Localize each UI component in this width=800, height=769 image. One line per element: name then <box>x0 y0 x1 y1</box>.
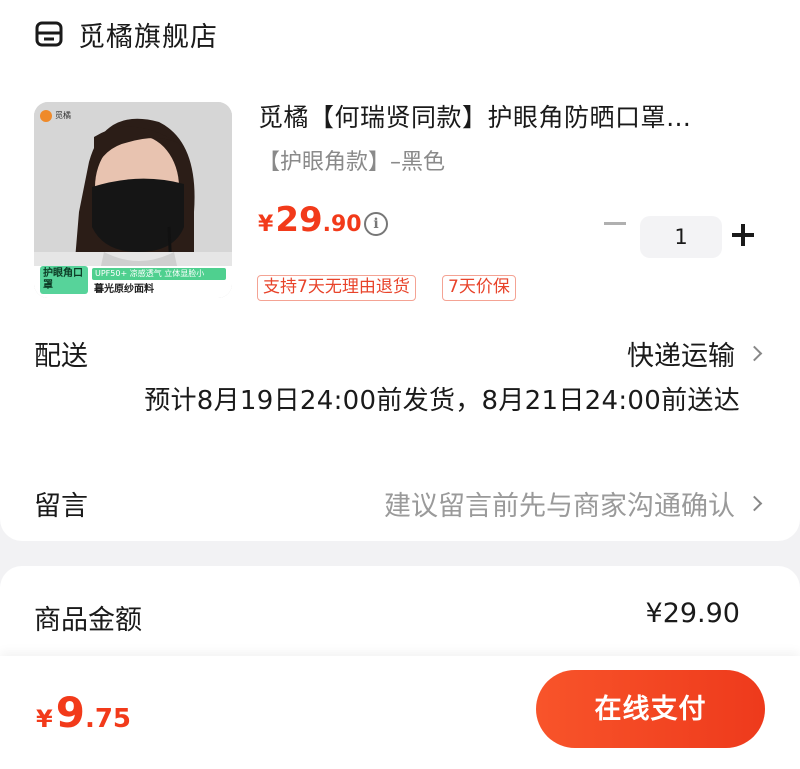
chevron-right-icon <box>746 495 763 512</box>
shipping-eta: 预计8月19日24:00前发货，8月21日24:00前送达 <box>144 386 740 416</box>
increase-quantity-button[interactable] <box>732 223 756 247</box>
product-variant[interactable]: 【护眼角款】–黑色 <box>258 144 445 176</box>
order-card: 觅橘旗舰店 觅橘 护眼角口罩 UPF50+ 凉感透气 立体显脸小 暮光原纱面料 … <box>0 0 800 541</box>
product-price: ¥ 29 .90 <box>258 200 362 240</box>
store-name: 觅橘旗舰店 <box>78 21 218 53</box>
promo-badge: 护眼角口罩 <box>40 266 88 294</box>
promo-features: UPF50+ 凉感透气 立体显脸小 <box>92 268 226 280</box>
promo-material: 暮光原纱面料 <box>94 284 154 295</box>
price-currency: ¥ <box>258 212 274 237</box>
note-placeholder: 建议留言前先与商家沟通确认 <box>384 491 735 522</box>
quantity-input[interactable]: 1 <box>640 216 722 258</box>
total-integer: 9 <box>55 688 85 737</box>
decrease-quantity-button[interactable] <box>604 222 626 225</box>
pay-online-button[interactable]: 在线支付 <box>536 670 765 748</box>
price-integer: 29 <box>275 200 323 240</box>
price-decimal: .90 <box>322 212 362 237</box>
return-policy-tag: 支持7天无理由退货 <box>257 275 416 301</box>
note-input[interactable]: 建议留言前先与商家沟通确认 <box>384 484 763 523</box>
store-icon <box>35 21 63 47</box>
total-decimal: .75 <box>84 704 131 734</box>
subtotal-label: 商品金额 <box>34 605 142 636</box>
info-icon[interactable]: i <box>364 212 388 236</box>
store-header[interactable]: 觅橘旗舰店 <box>34 14 218 54</box>
total-price: ¥ 9 .75 <box>36 688 131 737</box>
checkout-bar: ¥ 9 .75 在线支付 <box>0 656 800 769</box>
brand-logo: 觅橘 <box>40 110 71 122</box>
shipping-method: 快递运输 <box>627 341 735 372</box>
product-image[interactable]: 觅橘 护眼角口罩 UPF50+ 凉感透气 立体显脸小 暮光原纱面料 <box>34 102 232 298</box>
promo-banner: 护眼角口罩 UPF50+ 凉感透气 立体显脸小 暮光原纱面料 <box>34 266 232 298</box>
total-currency: ¥ <box>36 705 53 733</box>
brand-logo-text: 觅橘 <box>55 111 71 120</box>
product-title[interactable]: 觅橘【何瑞贤同款】护眼角防晒口罩… <box>258 98 768 134</box>
shipping-method-selector[interactable]: 快递运输 <box>627 334 763 373</box>
chevron-right-icon <box>746 345 763 362</box>
subtotal-value: ¥29.90 <box>645 598 740 629</box>
shipping-label: 配送 <box>34 341 88 372</box>
price-protection-tag: 7天价保 <box>442 275 516 301</box>
note-label: 留言 <box>34 491 88 522</box>
